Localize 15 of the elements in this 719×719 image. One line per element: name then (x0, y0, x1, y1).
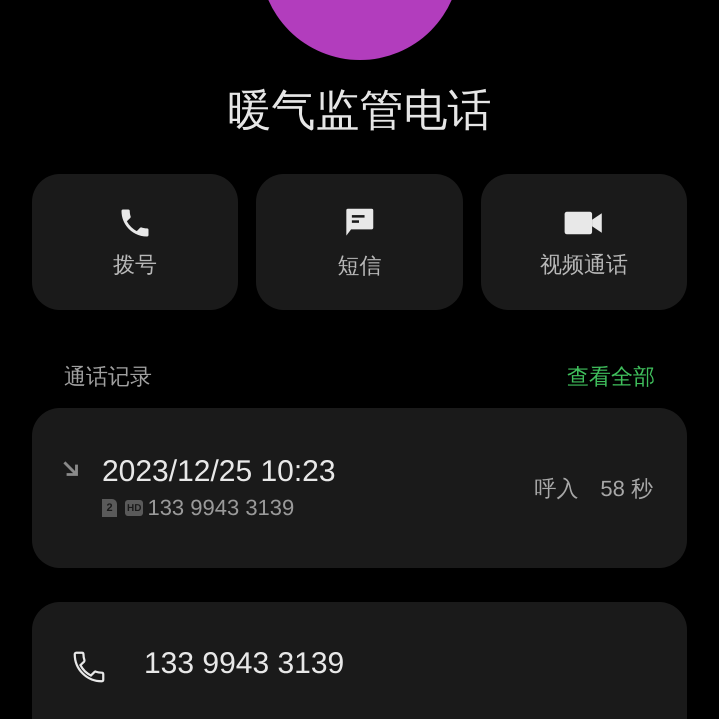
section-title: 通话记录 (64, 362, 152, 390)
hd-icon: HD (125, 500, 144, 516)
sim-icon: 2 (102, 499, 117, 517)
call-type: 呼入 (534, 474, 578, 502)
contact-name: 暖气监管电话 (226, 85, 492, 137)
phone-number: 133 9943 3139 (144, 646, 344, 682)
phone-number: 133 9943 3139 (147, 494, 294, 522)
dial-button[interactable]: 拨号 (32, 174, 238, 310)
call-log-card[interactable]: 2023/12/25 10:23 2 HD 133 9943 3139 呼入 58 秒 (32, 408, 687, 568)
call-time: 2023/12/25 10:23 (102, 454, 337, 490)
sms-button[interactable]: 短信 (256, 174, 463, 310)
number-card[interactable]: 133 9943 3139 (32, 602, 687, 719)
video-call-button[interactable]: 视频通话 (480, 174, 687, 310)
view-all-link[interactable]: 查看全部 (567, 360, 655, 392)
call-duration: 58 秒 (600, 474, 653, 502)
